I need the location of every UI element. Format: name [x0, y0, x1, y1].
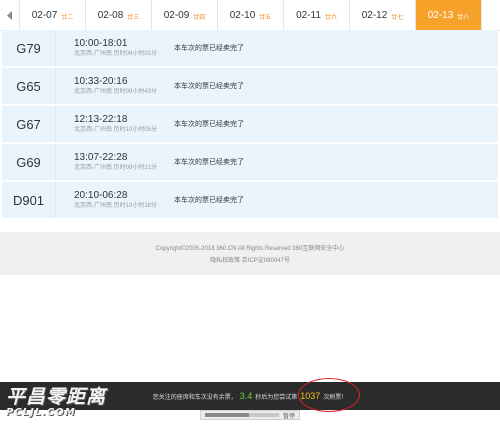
progress-fill	[205, 413, 250, 417]
prev-date-button[interactable]	[0, 0, 20, 30]
train-time: 10:33-20:16	[74, 76, 128, 87]
train-number: G65	[2, 68, 56, 104]
train-route: 北京西-广州南	[74, 51, 112, 57]
train-route-info: 北京西-广州南 历时10小时05分	[74, 126, 174, 135]
date-tab-bar: 02-07 廿二 02-08 廿三 02-09 廿四 02-10 廿五 02-1…	[0, 0, 500, 31]
train-route: 北京西-广州南	[74, 165, 112, 171]
date-label: 02-13	[427, 9, 454, 21]
copyright-text: Copyright©2005-2018 360.CN All Rights Re…	[155, 246, 345, 252]
footer-links[interactable]: 隐私权政策 京ICP证080047号	[0, 255, 500, 264]
ticket-status: 本车次的票已经卖完了	[174, 45, 244, 52]
train-row[interactable]: G69 13:07-22:28 北京西-广州南 历时09小时21分 本车次的票已…	[2, 144, 498, 182]
date-tab-0211[interactable]: 02-11 廿六	[284, 0, 350, 30]
countdown-seconds: 3.4	[239, 391, 253, 401]
ticket-status: 本车次的票已经卖完了	[174, 197, 244, 204]
train-time-block: 13:07-22:28 北京西-广州南 历时09小时21分	[56, 151, 174, 173]
train-route-info: 北京西-广州南 历时10小时18分	[74, 202, 174, 211]
page-footer: Copyright©2005-2018 360.CN All Rights Re…	[0, 232, 500, 275]
lunar-label: 廿四	[193, 14, 206, 21]
lunar-label: 廿六	[324, 14, 337, 21]
ticket-status: 本车次的票已经卖完了	[174, 121, 244, 128]
train-time-block: 12:13-22:18 北京西-广州南 历时10小时05分	[56, 113, 174, 135]
date-label: 02-07	[31, 9, 58, 21]
train-duration: 历时09小时21分	[113, 165, 158, 171]
train-row[interactable]: G65 10:33-20:16 北京西-广州南 历时09小时43分 本车次的票已…	[2, 68, 498, 106]
lunar-label: 廿二	[61, 14, 74, 21]
train-number: G79	[2, 30, 56, 66]
train-duration: 历时10小时05分	[113, 127, 158, 133]
train-route: 北京西-广州南	[74, 127, 112, 133]
train-time-block: 20:10-06:28 北京西-广州南 历时10小时18分	[56, 189, 174, 211]
train-time: 13:07-22:28	[74, 152, 128, 163]
train-time: 20:10-06:28	[74, 190, 128, 201]
notice-text-before: 您关注的座席和车次没有余票，	[152, 394, 237, 401]
train-route-info: 北京西-广州南 历时09小时43分	[74, 88, 174, 97]
date-label: 02-08	[97, 9, 124, 21]
train-route: 北京西-广州南	[74, 203, 112, 209]
refresh-progress	[205, 413, 279, 417]
date-tab-0210[interactable]: 02-10 廿五	[218, 0, 284, 30]
date-tab-0208[interactable]: 02-08 廿三	[86, 0, 152, 30]
train-time: 10:00-18:01	[74, 38, 128, 49]
date-tab-0209[interactable]: 02-09 廿四	[152, 0, 218, 30]
train-time-block: 10:33-20:16 北京西-广州南 历时09小时43分	[56, 75, 174, 97]
date-label: 02-10	[229, 9, 256, 21]
date-label: 02-09	[163, 9, 190, 21]
lunar-label: 廿三	[127, 14, 140, 21]
train-row[interactable]: D901 20:10-06:28 北京西-广州南 历时10小时18分 本车次的票…	[2, 182, 498, 220]
lunar-label: 廿五	[259, 14, 272, 21]
chevron-left-icon	[6, 10, 12, 20]
watermark-en: PCLJL.COM	[6, 407, 76, 418]
train-number: G67	[2, 106, 56, 142]
train-row[interactable]: G79 10:00-18:01 北京西-广州南 历时08小时01分 本车次的票已…	[2, 30, 498, 68]
lunar-label: 廿八	[457, 14, 470, 21]
train-route: 北京西-广州南	[74, 89, 112, 95]
watermark-cn: 平昌零距离	[6, 386, 107, 408]
train-number: D901	[2, 182, 56, 218]
highlight-circle	[298, 378, 360, 412]
train-row[interactable]: G67 12:13-22:18 北京西-广州南 历时10小时05分 本车次的票已…	[2, 106, 498, 144]
pause-button[interactable]: 暂停	[283, 411, 295, 420]
date-tab-0213[interactable]: 02-13 廿八	[416, 0, 482, 30]
notice-text-middle: 秒后为您尝试第	[255, 394, 298, 401]
train-time-block: 10:00-18:01 北京西-广州南 历时08小时01分	[56, 37, 174, 59]
pause-control[interactable]: 暂停	[200, 410, 300, 420]
date-tab-0212[interactable]: 02-12 廿七	[350, 0, 416, 30]
train-route-info: 北京西-广州南 历时08小时01分	[74, 50, 174, 59]
watermark-logo: 平昌零距离 PCLJL.COM	[6, 382, 126, 427]
date-label: 02-12	[361, 9, 388, 21]
train-number: G69	[2, 144, 56, 180]
ticket-status: 本车次的票已经卖完了	[174, 159, 244, 166]
date-tab-0207[interactable]: 02-07 廿二	[20, 0, 86, 30]
train-list: G79 10:00-18:01 北京西-广州南 历时08小时01分 本车次的票已…	[2, 30, 498, 220]
train-time: 12:13-22:18	[74, 114, 128, 125]
lunar-label: 廿七	[391, 14, 404, 21]
date-label: 02-11	[296, 9, 321, 21]
train-route-info: 北京西-广州南 历时09小时21分	[74, 164, 174, 173]
ticket-status: 本车次的票已经卖完了	[174, 83, 244, 90]
train-duration: 历时08小时01分	[113, 51, 158, 57]
train-duration: 历时09小时43分	[113, 89, 158, 95]
train-duration: 历时10小时18分	[113, 203, 158, 209]
